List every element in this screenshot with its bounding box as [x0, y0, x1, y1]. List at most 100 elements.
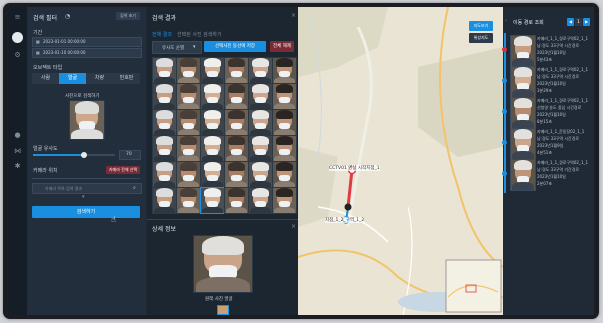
result-face-thumb[interactable]	[272, 135, 298, 162]
result-face-grid	[152, 57, 298, 214]
similarity-slider-handle[interactable]	[80, 152, 87, 158]
result-face-thumb[interactable]	[224, 83, 250, 110]
close-icon[interactable]: ×	[291, 12, 296, 19]
camera-select-all-button[interactable]: 카메라 전체 선택	[106, 166, 140, 174]
result-face-thumb[interactable]	[272, 187, 298, 214]
result-face-thumb[interactable]	[224, 135, 250, 162]
result-face-thumb[interactable]	[248, 135, 274, 162]
timeline-dot	[502, 109, 507, 114]
detail-thumb[interactable]	[217, 305, 229, 315]
map-view[interactable]: CCTV01 영상 시작지점_1 지점_1_2_구역_1_2 지도보기 위성지도	[298, 7, 503, 315]
user-icon[interactable]: ●	[13, 131, 22, 140]
page-number: 1	[575, 18, 582, 26]
prev-page-button[interactable]: ◀	[567, 18, 574, 26]
timeline-date: 2023년1월10일	[537, 50, 566, 55]
result-face-thumb[interactable]	[152, 187, 178, 214]
timeline-face-thumb	[510, 159, 536, 191]
result-face-thumb[interactable]	[224, 161, 250, 188]
result-face-thumb[interactable]	[176, 109, 202, 136]
result-face-thumb[interactable]	[224, 109, 250, 136]
deselect-all-button[interactable]: 전체 해제	[270, 41, 294, 52]
next-page-button[interactable]: ▶	[583, 18, 590, 26]
menu-icon[interactable]: ≡	[13, 13, 22, 22]
timeline-dot	[502, 47, 507, 52]
timeline-item[interactable]: 카메라_1_1_경로구역02_1_1 남:경도 33구역 시간경로 2023년1월1…	[510, 35, 590, 67]
result-face-thumb[interactable]	[176, 135, 202, 162]
timeline-dot	[502, 171, 507, 176]
tab-all-results[interactable]: 전체 결과	[152, 31, 172, 38]
result-face-thumb[interactable]	[200, 161, 226, 188]
avatar[interactable]	[12, 32, 23, 43]
result-face-thumb[interactable]	[248, 109, 274, 136]
object-tabs: 사람 얼굴 차량 번호판	[32, 73, 140, 84]
result-face-thumb[interactable]	[152, 109, 178, 136]
result-face-thumb[interactable]	[152, 161, 178, 188]
date-to-field[interactable]: ▦ 2023-01-10 00:00:00	[32, 48, 142, 58]
result-face-thumb[interactable]	[176, 83, 202, 110]
timeline-item[interactable]: 카메라_1_1_경로구역02_1_1 남:경도 33구역 시간경로 2023년1월1…	[510, 66, 590, 98]
timeline-date: 2023년1월10일	[537, 112, 566, 117]
reset-button[interactable]: 검색 초기	[116, 12, 140, 20]
tab-person[interactable]: 사람	[32, 73, 59, 84]
result-face-thumb[interactable]	[224, 187, 250, 214]
timeline-duration: 5분43초	[537, 57, 552, 62]
result-face-thumb[interactable]	[152, 135, 178, 162]
close-icon[interactable]: ×	[291, 223, 296, 230]
result-face-thumb[interactable]	[200, 187, 226, 214]
calendar-icon: ▦	[36, 39, 40, 44]
sort-select[interactable]: 유사도 순별 ▾	[152, 41, 202, 54]
camera-search-input[interactable]: 카메라 목록 검색 결과 ⌕	[32, 183, 142, 194]
map-type-control: 지도보기 위성지도	[469, 21, 493, 45]
settings-icon[interactable]: ✱	[13, 162, 22, 171]
result-face-thumb[interactable]	[272, 83, 298, 110]
tab-plate[interactable]: 번호판	[113, 73, 140, 84]
result-face-thumb[interactable]	[224, 57, 250, 84]
tab-vehicle[interactable]: 차량	[86, 73, 113, 84]
timeline-item[interactable]: 카메라_1_1_경로구역02_1_1 신청영 송도 중심 시간경로 2023년1월1…	[510, 97, 590, 129]
tab-selected-search[interactable]: 선택된 사진 검색하기	[177, 31, 222, 38]
collapse-icon[interactable]: ‹	[505, 18, 507, 24]
result-face-thumb[interactable]	[248, 57, 274, 84]
result-face-thumb[interactable]	[248, 83, 274, 110]
result-face-thumb[interactable]	[152, 83, 178, 110]
gear-icon[interactable]: ⚙	[13, 51, 22, 60]
result-face-thumb[interactable]	[200, 83, 226, 110]
result-face-thumb[interactable]	[272, 161, 298, 188]
map-type-standard[interactable]: 지도보기	[469, 21, 493, 31]
result-face-thumb[interactable]	[248, 187, 274, 214]
result-face-thumb[interactable]	[272, 109, 298, 136]
result-face-thumb[interactable]	[152, 57, 178, 84]
timeline-camera: 카메라_1_1_운동장02_1_1	[537, 129, 585, 134]
save-route-button[interactable]: 선택사진 동선에 저장	[204, 41, 266, 52]
timeline-item[interactable]: 카메라_1_1_운동장02_1_1 남:경도 33구역 시간경로 2023년1월9일…	[510, 128, 590, 160]
result-face-thumb[interactable]	[272, 57, 298, 84]
result-face-thumb[interactable]	[200, 57, 226, 84]
date-from-field[interactable]: ▦ 2023-01-01 00:00:00	[32, 37, 142, 47]
detail-title: 상세 정보	[152, 226, 176, 233]
route-label-start: CCTV01 영상 시작지점_1	[329, 165, 380, 171]
result-face-thumb[interactable]	[176, 57, 202, 84]
timeline-item[interactable]: 카메라_1_1_경로구역02_1_1 남:경도 33구역 기간경로 2023년1월1…	[510, 159, 590, 191]
calendar-icon: ▦	[36, 50, 40, 55]
share-icon[interactable]: ⋈	[13, 147, 22, 156]
chevron-down-icon[interactable]: ▾	[82, 194, 85, 200]
timeline-face-thumb	[510, 66, 536, 98]
search-icon[interactable]: ⌕	[133, 185, 136, 191]
timeline-camera: 카메라_1_1_경로구역02_1_1	[537, 36, 589, 41]
map-canvas	[298, 7, 503, 315]
result-face-thumb[interactable]	[248, 161, 274, 188]
query-face-image[interactable]	[69, 100, 105, 140]
similarity-value-field[interactable]: 70	[119, 150, 141, 160]
map-type-satellite[interactable]: 위성지도	[469, 33, 493, 43]
tab-face[interactable]: 얼굴	[59, 73, 86, 84]
result-face-thumb[interactable]	[176, 187, 202, 214]
result-face-thumb[interactable]	[200, 109, 226, 136]
divider	[32, 178, 140, 179]
result-face-thumb[interactable]	[176, 161, 202, 188]
timeline-duration: 3분29초	[537, 88, 552, 93]
detail-face-image	[193, 235, 253, 293]
result-face-thumb[interactable]	[200, 135, 226, 162]
nav-rail: ≡ ⚙ ● ⋈ ✱	[8, 7, 27, 315]
search-button[interactable]: 검색하기	[32, 206, 140, 218]
similarity-slider-track[interactable]	[33, 152, 115, 158]
